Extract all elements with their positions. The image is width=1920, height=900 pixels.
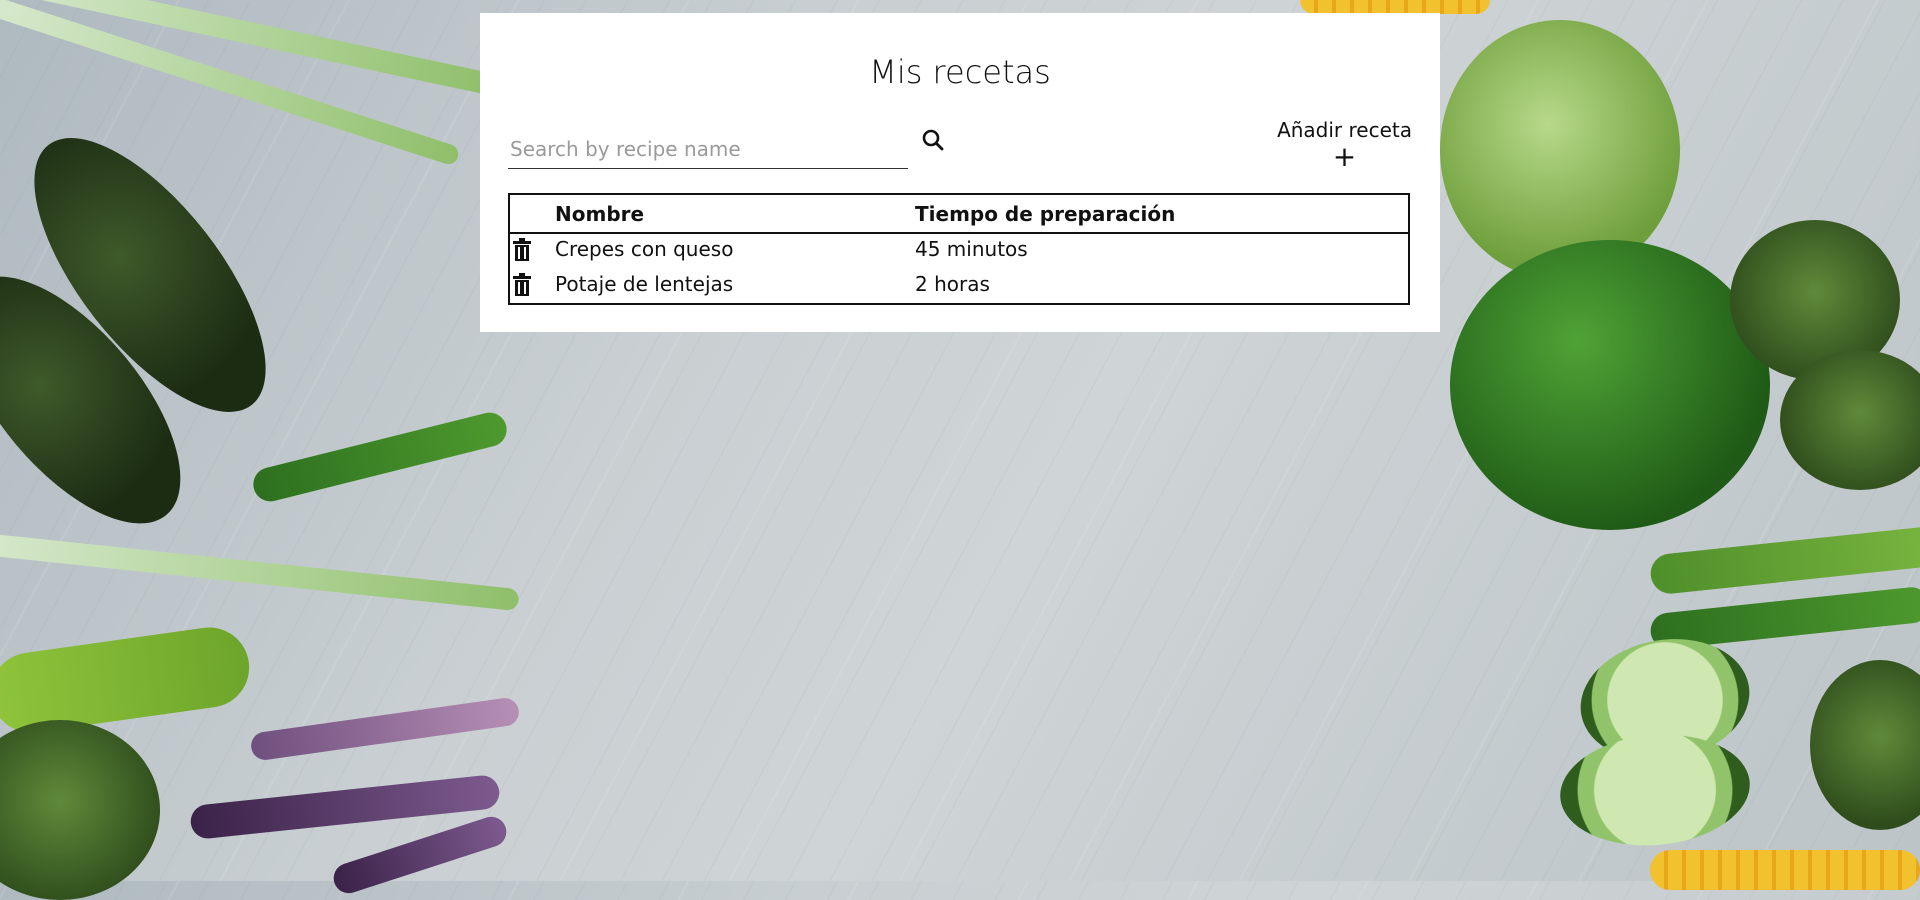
recipes-table: Nombre Tiempo de preparación Crepes con … xyxy=(508,193,1410,305)
purple-chili-decoration xyxy=(249,696,521,762)
search-input[interactable] xyxy=(508,133,908,165)
add-recipe-button[interactable]: Añadir receta + xyxy=(1277,118,1412,173)
recipes-panel: Mis recetas Añadir receta + Nombre Tiemp… xyxy=(480,13,1440,332)
column-header-name: Nombre xyxy=(555,202,645,226)
search-button[interactable] xyxy=(916,125,950,159)
recipe-name: Crepes con queso xyxy=(555,237,734,261)
add-recipe-label: Añadir receta xyxy=(1277,118,1412,142)
purple-chili-decoration xyxy=(329,812,511,898)
table-row: Crepes con queso 45 minutos xyxy=(510,232,1408,267)
search-field xyxy=(508,123,908,169)
search-icon xyxy=(921,128,945,156)
corn-decoration xyxy=(1300,0,1490,14)
page-title: Mis recetas xyxy=(869,53,1051,91)
bell-pepper-decoration xyxy=(1450,240,1770,530)
lettuce-decoration xyxy=(1440,20,1680,280)
recipe-prep-time: 45 minutos xyxy=(915,237,1028,261)
broccoli-decoration xyxy=(0,720,160,900)
cucumber-slice-decoration xyxy=(1555,726,1755,854)
pepper-decoration xyxy=(0,622,255,738)
trash-icon[interactable] xyxy=(512,273,534,297)
column-header-prep-time: Tiempo de preparación xyxy=(915,202,1176,226)
green-onion-decoration xyxy=(0,530,520,612)
broccoli-decoration xyxy=(1810,660,1920,830)
chili-decoration xyxy=(249,409,511,505)
table-row: Potaje de lentejas 2 horas xyxy=(510,267,1408,302)
corn-decoration xyxy=(1650,850,1920,890)
trash-icon[interactable] xyxy=(512,238,534,262)
broccoli-decoration xyxy=(1780,350,1920,490)
recipe-name: Potaje de lentejas xyxy=(555,272,734,296)
table-header: Nombre Tiempo de preparación xyxy=(510,195,1408,234)
plus-icon: + xyxy=(1332,140,1357,173)
recipe-prep-time: 2 horas xyxy=(915,272,990,296)
chili-decoration xyxy=(1648,524,1920,596)
